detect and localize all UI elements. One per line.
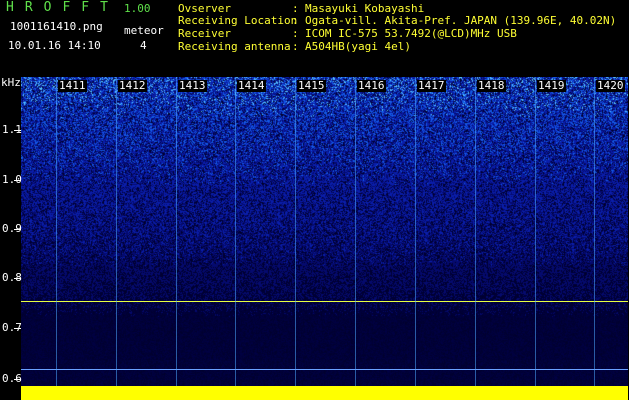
x-tick-label: 1416 <box>357 79 386 92</box>
time-gridline <box>594 77 595 390</box>
spectrogram-canvas <box>21 77 628 390</box>
time-gridline <box>535 77 536 390</box>
x-tick-label: 1418 <box>477 79 506 92</box>
location-sep: : <box>292 14 299 27</box>
x-tick-label: 1412 <box>118 79 147 92</box>
x-tick-label: 1419 <box>537 79 566 92</box>
receiver-sep: : <box>292 27 299 40</box>
time-gridline <box>176 77 177 390</box>
receiver-key: Receiver <box>178 27 231 40</box>
time-gridline <box>116 77 117 390</box>
timestamp: 10.01.16 14:10 <box>8 39 101 52</box>
app-version: 1.00 <box>124 2 151 15</box>
time-gridline <box>475 77 476 390</box>
meteor-label: meteor <box>124 24 164 37</box>
antenna-value: A504HB(yagi 4el) <box>305 40 411 53</box>
x-tick-label: 1417 <box>417 79 446 92</box>
y-tick <box>14 278 21 279</box>
y-tick <box>14 229 21 230</box>
header-panel: HROFFT 1.00 1001161410.png 10.01.16 14:1… <box>0 0 629 75</box>
app-logo: HROFFT <box>6 0 119 15</box>
y-tick <box>14 328 21 329</box>
time-gridline <box>56 77 57 390</box>
signal-line <box>21 301 628 302</box>
x-tick-label: 1420 <box>596 79 625 92</box>
time-gridline <box>355 77 356 390</box>
meteor-count: 4 <box>140 39 147 52</box>
y-axis-unit: kHz <box>1 76 21 89</box>
x-tick-label: 1415 <box>297 79 326 92</box>
antenna-sep: : <box>292 40 299 53</box>
x-tick-label: 1413 <box>178 79 207 92</box>
x-tick-label: 1411 <box>58 79 87 92</box>
baseline-line <box>21 369 628 370</box>
receiver-value: ICOM IC-575 53.7492(@LCD)MHz USB <box>305 27 517 40</box>
x-tick-label: 1414 <box>237 79 266 92</box>
y-tick <box>14 130 21 131</box>
antenna-key: Receiving antenna <box>178 40 291 53</box>
y-tick <box>14 379 21 380</box>
time-gridline <box>415 77 416 390</box>
time-gridline <box>295 77 296 390</box>
y-tick <box>14 180 21 181</box>
location-key: Receiving Location <box>178 14 298 27</box>
audio-level-bar <box>21 386 628 400</box>
file-name: 1001161410.png <box>10 20 103 33</box>
time-gridline <box>235 77 236 390</box>
location-value: Ogata-vill. Akita-Pref. JAPAN (139.96E, … <box>305 14 617 27</box>
